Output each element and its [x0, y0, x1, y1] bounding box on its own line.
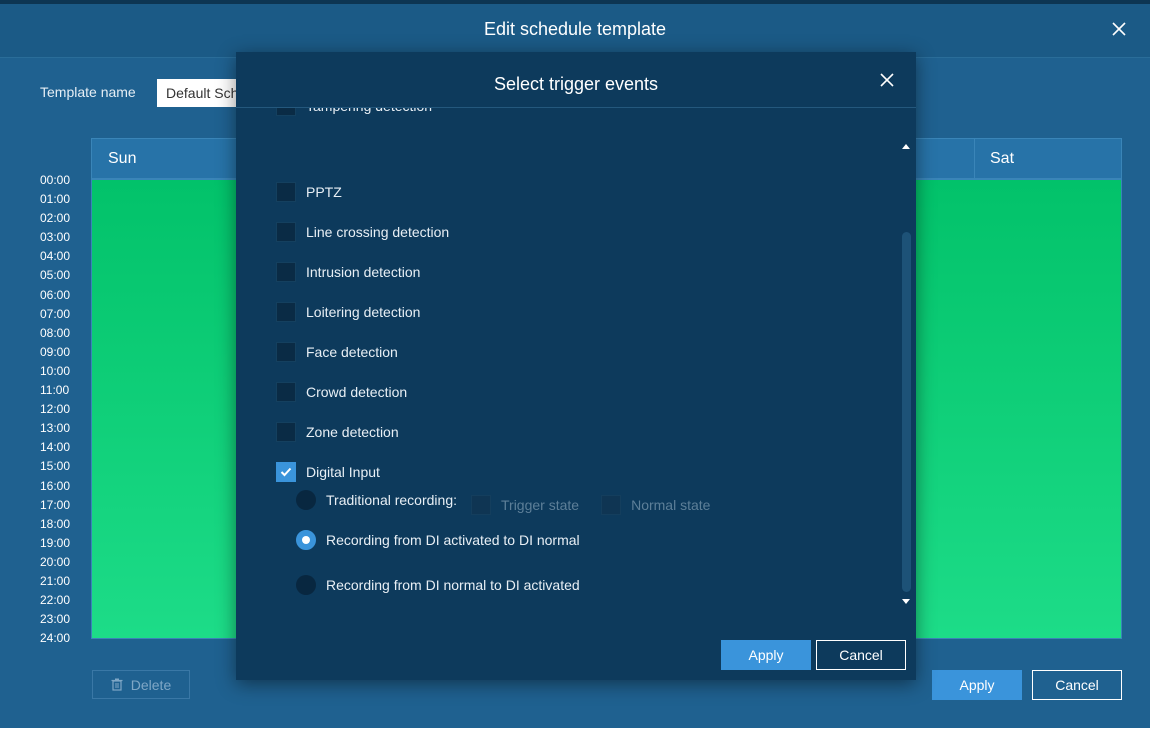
hour-label: 02:00 [40, 211, 71, 226]
scroll-up-arrow-icon[interactable] [902, 144, 910, 149]
trigger-event-list: Traditional recording: Trigger state Nor… [236, 108, 901, 608]
hour-label: 19:00 [40, 535, 71, 550]
hour-label: 22:00 [40, 593, 71, 608]
event-label: Face detection [306, 344, 398, 360]
event-tampering-detection[interactable]: Tampering detection [276, 108, 432, 116]
hour-label: 08:00 [40, 325, 71, 340]
event-checkbox[interactable] [276, 462, 296, 482]
delete-button-label: Delete [130, 676, 172, 693]
hour-label: 09:00 [40, 344, 71, 359]
event-checkbox[interactable] [276, 342, 296, 362]
hour-label: 23:00 [40, 612, 71, 627]
hour-label: 16:00 [40, 478, 71, 493]
trigger-events-modal: Select trigger events Traditional record… [236, 52, 916, 680]
outer-dialog-title: Edit schedule template [483, 19, 667, 39]
hour-label: 00:00 [40, 173, 71, 187]
hour-label: 15:00 [40, 459, 71, 474]
hour-label: 12:00 [40, 402, 71, 417]
event-line-crossing-detection[interactable]: Line crossing detection [276, 222, 449, 242]
hour-label: 24:00 [40, 631, 71, 646]
outer-cancel-button[interactable]: Cancel [1032, 670, 1122, 700]
trigger-state-label: Trigger state [501, 497, 580, 513]
traditional-recording-radio[interactable] [296, 490, 316, 510]
close-icon[interactable] [878, 71, 896, 89]
scroll-down-arrow-icon[interactable] [902, 599, 910, 604]
event-label: Digital Input [306, 464, 380, 480]
event-checkbox[interactable] [276, 108, 296, 116]
hour-label: 10:00 [40, 363, 71, 378]
event-checkbox[interactable] [276, 382, 296, 402]
hour-label: 14:00 [40, 440, 71, 455]
hour-label: 03:00 [40, 230, 71, 245]
event-label: Line crossing detection [306, 224, 450, 240]
delete-button[interactable]: Delete [92, 670, 190, 699]
outer-apply-button[interactable]: Apply [932, 670, 1022, 700]
event-checkbox[interactable] [276, 302, 296, 322]
event-zone-detection[interactable]: Zone detection [276, 422, 399, 442]
hour-label: 04:00 [40, 249, 71, 264]
event-loitering-detection[interactable]: Loitering detection [276, 302, 420, 322]
modal-cancel-button[interactable]: Cancel [816, 640, 906, 670]
hour-labels: 00:00 01:00 02:00 03:00 04:00 05:00 06:00 07:00… [40, 171, 80, 648]
normal-state-checkbox [601, 495, 622, 515]
event-label: Zone detection [306, 424, 399, 440]
traditional-recording-label: Traditional recording: [326, 492, 457, 508]
normal-to-activated-radio[interactable] [296, 575, 316, 595]
scrollbar-thumb[interactable] [902, 232, 911, 592]
event-checkbox[interactable] [276, 222, 296, 242]
event-intrusion-detection[interactable]: Intrusion detection [276, 262, 420, 282]
traditional-recording-option[interactable]: Traditional recording: Trigger state Nor… [296, 485, 710, 515]
event-checkbox[interactable] [276, 422, 296, 442]
normal-state-label: Normal state [631, 497, 711, 513]
normal-to-activated-label: Recording from DI normal to DI activated [326, 577, 580, 593]
hour-label: 17:00 [40, 497, 71, 512]
event-label: Intrusion detection [306, 264, 421, 280]
activated-to-normal-label: Recording from DI activated to DI normal [326, 532, 580, 548]
trigger-state-checkbox [471, 495, 491, 515]
hour-label: 06:00 [40, 287, 71, 302]
event-label: Crowd detection [306, 384, 408, 400]
event-label: Loitering detection [306, 304, 421, 320]
hour-label: 05:00 [40, 268, 71, 283]
event-checkbox[interactable] [276, 262, 296, 282]
day-header-sat: Sat [974, 139, 1121, 178]
hour-label: 21:00 [40, 573, 71, 588]
outer-dialog-header: Edit schedule template [0, 4, 1150, 58]
event-pptz[interactable]: PPTZ [276, 182, 342, 202]
modal-title: Select trigger events [493, 74, 659, 94]
hour-label: 07:00 [40, 306, 71, 321]
event-checkbox[interactable] [276, 182, 296, 202]
hour-label: 18:00 [40, 516, 71, 531]
modal-apply-button[interactable]: Apply [721, 640, 811, 670]
event-crowd-detection[interactable]: Crowd detection [276, 382, 407, 402]
event-face-detection[interactable]: Face detection [276, 342, 398, 362]
normal-to-activated-option[interactable]: Recording from DI normal to DI activated [296, 575, 580, 595]
activated-to-normal-option[interactable]: Recording from DI activated to DI normal [296, 530, 580, 550]
template-name-label: Template name [40, 84, 136, 100]
hour-label: 20:00 [40, 554, 71, 569]
radio-dot [302, 536, 310, 544]
close-icon[interactable] [1108, 18, 1130, 40]
activated-to-normal-radio[interactable] [296, 530, 316, 550]
event-label: PPTZ [306, 184, 342, 200]
checkmark-icon [280, 467, 292, 477]
event-digital-input[interactable]: Digital Input [276, 462, 380, 482]
event-label: Tampering detection [306, 108, 432, 114]
hour-label: 11:00 [40, 383, 70, 398]
hour-label: 01:00 [40, 192, 71, 207]
hour-label: 13:00 [40, 421, 71, 436]
modal-header: Select trigger events [236, 52, 916, 108]
day-header-sun: Sun [108, 150, 137, 167]
trash-icon [111, 678, 123, 691]
